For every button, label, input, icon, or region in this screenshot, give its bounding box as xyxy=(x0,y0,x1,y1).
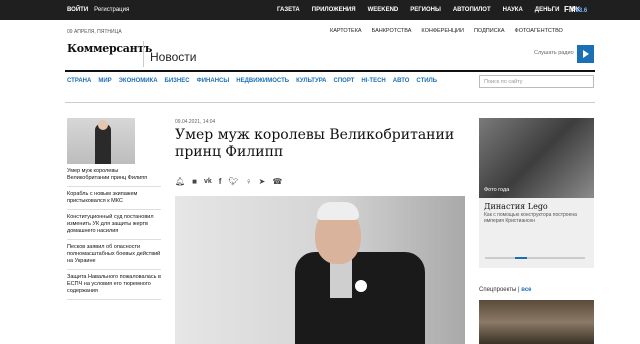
promo-card[interactable]: Фото года Династия Lego Как с помощью ко… xyxy=(479,118,594,268)
promo-title: Династия Lego xyxy=(484,202,548,211)
radio-link[interactable]: FM93.6 xyxy=(564,5,587,14)
section-title[interactable]: Новости xyxy=(150,50,196,64)
nav-item-culture[interactable]: КУЛЬТУРА xyxy=(296,78,326,84)
photo-figure xyxy=(95,124,111,164)
twitter-icon[interactable]: 🐦︎ xyxy=(228,177,238,186)
play-radio-button[interactable] xyxy=(577,45,594,63)
sidebar-news-item[interactable]: Умер муж королевы Великобритании принц Ф… xyxy=(67,168,161,187)
news-sidebar: Умер муж королевы Великобритании принц Ф… xyxy=(67,118,161,300)
main-nav: СТРАНА МИР ЭКОНОМИКА БИЗНЕС ФИНАНСЫ НЕДВ… xyxy=(67,78,437,84)
bell-icon[interactable]: 🔔︎ xyxy=(175,177,185,186)
ok-icon[interactable]: ♀ xyxy=(246,177,252,186)
header-link-subscription[interactable]: ПОДПИСКА xyxy=(474,28,505,34)
photo-head xyxy=(98,120,108,130)
photo-shirt xyxy=(330,258,352,298)
photo-hair xyxy=(317,202,359,220)
topbar-link-gazeta[interactable]: ГАЗЕТА xyxy=(277,7,300,13)
header-link-bankrotstva[interactable]: БАНКРОТСТВА xyxy=(372,28,412,34)
nav-item-auto[interactable]: АВТО xyxy=(393,78,410,84)
login-link[interactable]: ВОЙТИ xyxy=(67,7,88,13)
nav-item-economy[interactable]: ЭКОНОМИКА xyxy=(119,78,158,84)
nav-item-sport[interactable]: СПОРТ xyxy=(334,78,355,84)
header-link-photoagency[interactable]: ФОТОАГЕНТСТВО xyxy=(515,28,563,34)
photo-coat xyxy=(295,252,425,344)
header-links: КАРТОТЕКА БАНКРОТСТВА КОНФЕРЕНЦИИ ПОДПИС… xyxy=(330,28,563,34)
promo-slider[interactable] xyxy=(485,257,585,259)
logo-divider xyxy=(143,41,144,67)
comment-icon[interactable]: ■ xyxy=(192,177,197,186)
nav-item-finance[interactable]: ФИНАНСЫ xyxy=(197,78,230,84)
sidebar-news-item[interactable]: Защита Навального пожаловалась в ЕСПЧ на… xyxy=(67,270,161,300)
nav-item-country[interactable]: СТРАНА xyxy=(67,78,91,84)
article-headline: Умер муж королевы Великобритании принц Ф… xyxy=(175,127,455,160)
sidebar-news-item[interactable]: Песков заявил об опасности полномасштабн… xyxy=(67,240,161,270)
listen-radio-label: Слушать радио xyxy=(534,50,574,56)
topbar-link-autopilot[interactable]: АВТОПИЛОТ xyxy=(453,7,491,13)
radio-frequency: 93.6 xyxy=(575,8,588,14)
specproject-image[interactable] xyxy=(479,300,594,344)
nav-item-style[interactable]: СТИЛЬ xyxy=(416,78,437,84)
radio-label: FM xyxy=(564,5,576,14)
whatsapp-icon[interactable]: ☎ xyxy=(272,177,282,186)
article-photo xyxy=(175,196,465,344)
register-link[interactable]: Регистрация xyxy=(94,7,129,13)
nav-bottom-rule xyxy=(65,102,595,103)
site-logo[interactable]: Коммерсантъ xyxy=(67,42,152,55)
nav-item-business[interactable]: БИЗНЕС xyxy=(165,78,190,84)
topbar-link-weekend[interactable]: WEEKEND xyxy=(368,7,399,13)
search-input[interactable]: Поиск по сайту xyxy=(479,75,594,88)
specprojects-all-link[interactable]: все xyxy=(521,287,531,293)
sidebar-news-item[interactable]: Корабль с новым экипажем пристыковался к… xyxy=(67,187,161,210)
nav-item-realty[interactable]: НЕДВИЖИМОСТЬ xyxy=(236,78,289,84)
top-bar: ВОЙТИ Регистрация ГАЗЕТА ПРИЛОЖЕНИЯ WEEK… xyxy=(0,0,640,20)
nav-item-hitech[interactable]: HI-TECH xyxy=(361,78,385,84)
promo-text: Как с помощью конструктора построена имп… xyxy=(484,212,577,224)
article-date: 09.04.2021, 14:04 xyxy=(175,119,216,125)
topbar-link-apps[interactable]: ПРИЛОЖЕНИЯ xyxy=(312,7,356,13)
header-link-conferences[interactable]: КОНФЕРЕНЦИИ xyxy=(421,28,464,34)
nav-top-rule xyxy=(65,70,595,72)
vk-icon[interactable]: vk xyxy=(204,178,212,185)
topbar-link-money[interactable]: ДЕНЬГИ xyxy=(535,7,560,13)
topbar-link-science[interactable]: НАУКА xyxy=(503,7,523,13)
telegram-icon[interactable]: ➤ xyxy=(259,177,266,186)
share-bar: 🔔︎ ■ vk f 🐦︎ ♀ ➤ ☎ xyxy=(175,177,282,186)
sidebar-news-item[interactable]: Конституционный суд постановил изменить … xyxy=(67,210,161,240)
promo-caption: Фото года xyxy=(484,187,510,193)
nav-item-world[interactable]: МИР xyxy=(98,78,111,84)
header-date: 09 АПРЕЛЯ, ПЯТНИЦА xyxy=(67,29,122,35)
promo-image: Фото года xyxy=(479,118,594,198)
specprojects-heading: Спецпроекты | все xyxy=(479,287,532,293)
specprojects-label: Спецпроекты xyxy=(479,287,517,293)
facebook-icon[interactable]: f xyxy=(219,177,222,186)
header-link-kartoteka[interactable]: КАРТОТЕКА xyxy=(330,28,362,34)
photo-flower xyxy=(355,280,367,292)
topbar-link-regions[interactable]: РЕГИОНЫ xyxy=(410,7,441,13)
sidebar-photo[interactable] xyxy=(67,118,135,164)
